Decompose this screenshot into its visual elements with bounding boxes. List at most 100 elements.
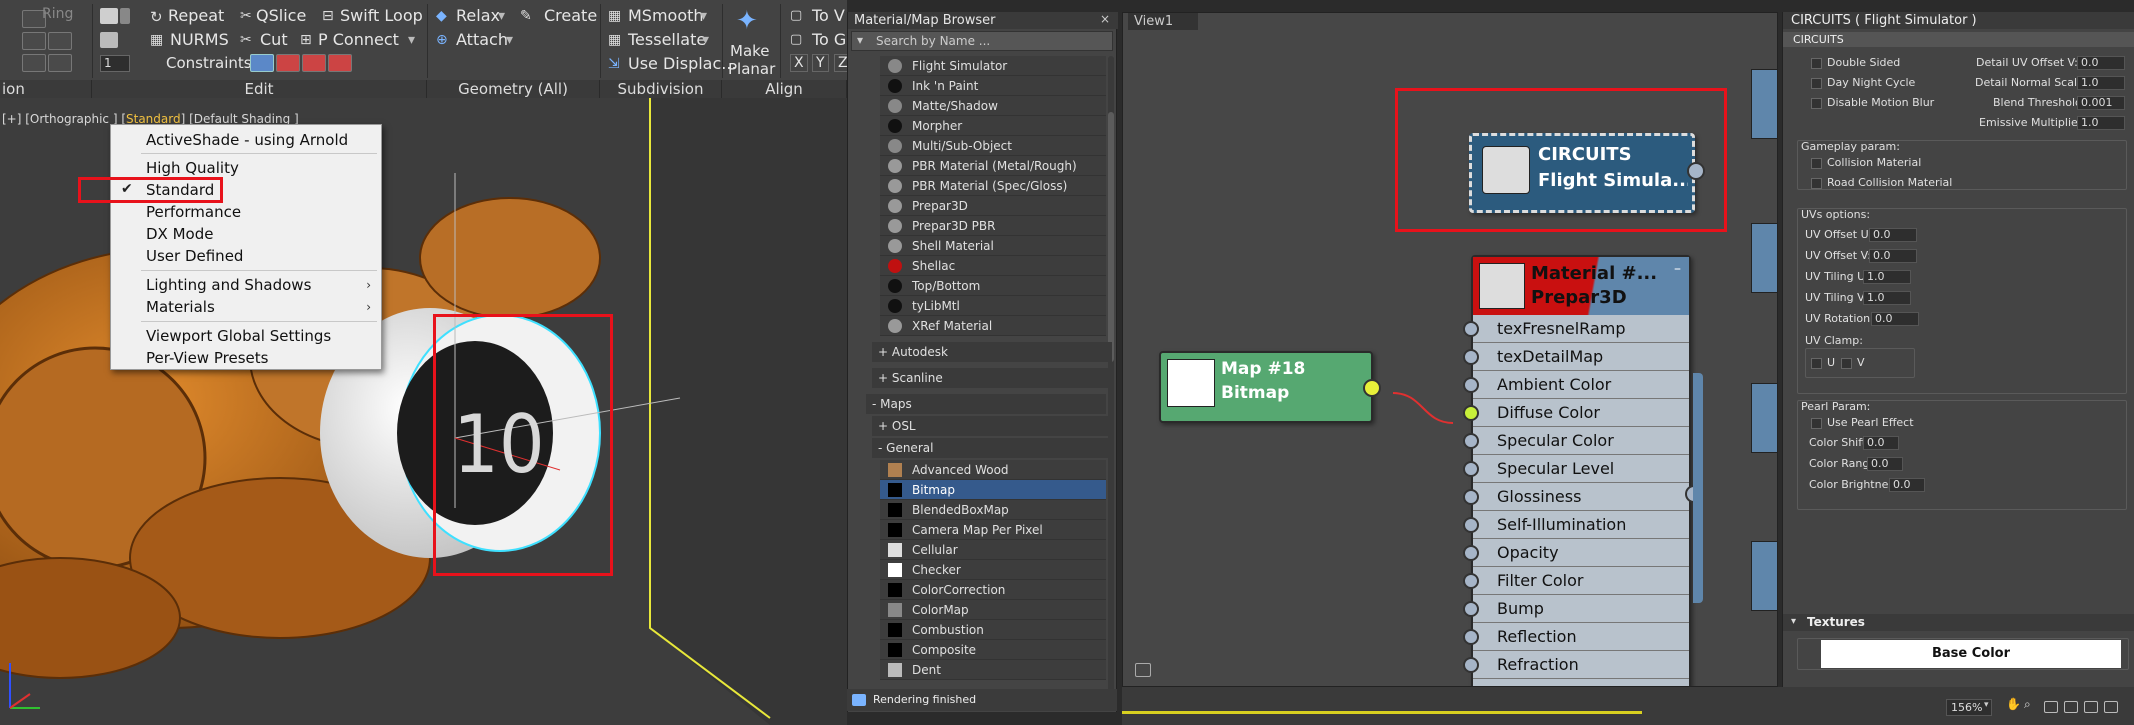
material-list-item[interactable]: Shellac <box>880 256 1106 276</box>
detail-uv-offset-v-field[interactable]: 0.0 <box>2077 56 2125 70</box>
menu-item-performance[interactable]: Performance <box>146 203 241 221</box>
loop-icon[interactable] <box>22 54 46 72</box>
relax-dropdown-icon[interactable]: ▾ <box>498 8 505 24</box>
slot-socket-icon[interactable] <box>1463 377 1479 393</box>
close-icon[interactable]: × <box>1100 12 1110 26</box>
spin-field[interactable]: 1 <box>100 55 130 72</box>
material-list-item[interactable]: Top/Bottom <box>880 276 1106 296</box>
map-list-item[interactable]: Composite <box>880 640 1106 660</box>
material-list-item[interactable]: XRef Material <box>880 316 1106 336</box>
slot-socket-icon[interactable] <box>1463 601 1479 617</box>
uv-offset-u-field[interactable]: 0.0 <box>1869 228 1917 242</box>
collision-checkbox[interactable] <box>1811 158 1822 169</box>
disable-blur-checkbox[interactable] <box>1811 98 1822 109</box>
material-slot[interactable]: Specular Color <box>1463 427 1689 455</box>
material-list-item[interactable]: Multi/Sub-Object <box>880 136 1106 156</box>
map-list-item[interactable]: BlendedBoxMap <box>880 500 1106 520</box>
attach-button[interactable]: Attach <box>456 30 508 49</box>
align-y-button[interactable]: Y <box>812 54 829 72</box>
material-slot[interactable]: Opacity <box>1463 539 1689 567</box>
bitmap-node[interactable]: Map #18 Bitmap <box>1159 351 1381 423</box>
map-list-item[interactable]: Dent <box>880 660 1106 680</box>
menu-item-viewport-global-settings[interactable]: Viewport Global Settings <box>146 327 331 345</box>
material-list-item[interactable]: Prepar3D PBR <box>880 216 1106 236</box>
section-geometry[interactable]: Geometry (All) <box>427 80 600 98</box>
slot-socket-icon[interactable] <box>1463 349 1479 365</box>
slot-socket-icon[interactable] <box>1463 461 1479 477</box>
section-align[interactable]: Align <box>722 80 847 98</box>
browser-group-header[interactable]: + OSL <box>872 416 1112 436</box>
menu-item-activeshade[interactable]: ActiveShade - using Arnold <box>146 131 348 149</box>
material-list-item[interactable]: Ink 'n Paint <box>880 76 1106 96</box>
material-slot[interactable]: Reflection <box>1463 623 1689 651</box>
msmooth-button[interactable]: MSmooth <box>628 6 704 25</box>
material-list-item[interactable]: Prepar3D <box>880 196 1106 216</box>
msmooth-dropdown-icon[interactable]: ▾ <box>700 8 707 24</box>
slot-socket-icon[interactable] <box>1463 405 1479 421</box>
slot-socket-icon[interactable] <box>1463 321 1479 337</box>
ring-button[interactable]: Ring <box>42 6 73 22</box>
material-slot[interactable]: Filter Color <box>1463 567 1689 595</box>
grow-icon[interactable] <box>22 32 46 50</box>
to-grid-button[interactable]: To G <box>812 30 846 49</box>
emissive-multiplier-field[interactable]: 1.0 <box>2077 116 2125 130</box>
material-list-item[interactable]: tyLibMtl <box>880 296 1106 316</box>
props-subtitle[interactable]: CIRCUITS <box>1783 32 2134 47</box>
attach-dropdown-icon[interactable]: ▾ <box>506 32 513 48</box>
slot-socket-icon[interactable] <box>1463 433 1479 449</box>
browser-scrollbar-thumb[interactable] <box>1108 112 1114 362</box>
slate-node-view[interactable]: View1 CIRCUITS Flight Simula... Map #18 … <box>1122 12 1778 687</box>
menu-item-materials[interactable]: Materials <box>146 298 215 316</box>
material-slot[interactable]: texFresnelRamp <box>1463 315 1689 343</box>
day-night-checkbox[interactable] <box>1811 78 1822 89</box>
material-slot[interactable]: Self-Illumination <box>1463 511 1689 539</box>
map-list-item[interactable]: Camera Map Per Pixel <box>880 520 1106 540</box>
detail-normal-scale-field[interactable]: 1.0 <box>2077 76 2125 90</box>
uv-tiling-u-field[interactable]: 1.0 <box>1863 270 1911 284</box>
material-slot[interactable]: Specular Level <box>1463 455 1689 483</box>
menu-item-dx-mode[interactable]: DX Mode <box>146 225 213 243</box>
material-slot[interactable]: Bump <box>1463 595 1689 623</box>
collapse-icon[interactable]: – <box>1674 261 1681 277</box>
section-left[interactable]: ion <box>0 80 92 98</box>
shrink-icon[interactable] <box>48 32 72 50</box>
material-list-item[interactable]: Matte/Shadow <box>880 96 1106 116</box>
material-slot[interactable]: Ambient Color <box>1463 371 1689 399</box>
material-list-item[interactable]: Shell Material <box>880 236 1106 256</box>
browser-group-header[interactable]: + Autodesk <box>872 342 1112 362</box>
color-range-field[interactable]: 0.0 <box>1867 457 1903 471</box>
search-dropdown-icon[interactable]: ▾ <box>857 33 863 47</box>
zoom-dropdown-icon[interactable]: ▾ <box>1984 700 1989 710</box>
tessellate-button[interactable]: Tessellate <box>628 30 706 49</box>
section-subdivision[interactable]: Subdivision <box>600 80 722 98</box>
material-node[interactable]: Material #... Prepar3D – texFresnelRamp t… <box>1463 255 1703 686</box>
zoom-icon[interactable]: ⌕ <box>2024 697 2038 711</box>
dropdown-arrow-icon[interactable] <box>120 8 130 24</box>
slot-socket-icon[interactable] <box>1463 657 1479 673</box>
zoom-extents-selected-icon[interactable] <box>2084 701 2098 713</box>
material-slot[interactable]: Glossiness <box>1463 483 1689 511</box>
p-connect-button[interactable]: P Connect <box>318 30 399 49</box>
p-connect-dropdown-icon[interactable]: ▾ <box>408 32 415 48</box>
clamp-v-checkbox[interactable] <box>1841 358 1852 369</box>
offscreen-node-4[interactable] <box>1751 541 1777 611</box>
preserve-uvs-icon[interactable] <box>100 32 118 48</box>
double-sided-checkbox[interactable] <box>1811 58 1822 69</box>
road-collision-checkbox[interactable] <box>1811 178 1822 189</box>
shading-context-menu[interactable]: ActiveShade - using Arnold High Quality … <box>110 124 382 370</box>
make-planar-label-1[interactable]: Make <box>730 42 770 60</box>
slot-socket-icon[interactable] <box>1463 517 1479 533</box>
color-brightness-field[interactable]: 0.0 <box>1889 478 1925 492</box>
menu-item-user-defined[interactable]: User Defined <box>146 247 243 265</box>
map-list-item[interactable]: ColorMap <box>880 600 1106 620</box>
slot-socket-icon[interactable] <box>1463 573 1479 589</box>
rollout-arrow-icon[interactable]: ▾ <box>1791 616 1796 627</box>
menu-item-lighting-shadows[interactable]: Lighting and Shadows <box>146 276 311 294</box>
tessellate-dropdown-icon[interactable]: ▾ <box>702 32 709 48</box>
repeat-button[interactable]: Repeat <box>168 6 224 25</box>
create-button[interactable]: Create <box>544 6 597 25</box>
constraint-face-icon[interactable] <box>302 54 326 72</box>
map-list-item[interactable]: Combustion <box>880 620 1106 640</box>
constraint-edge-icon[interactable] <box>276 54 300 72</box>
select-icon[interactable] <box>100 8 118 24</box>
